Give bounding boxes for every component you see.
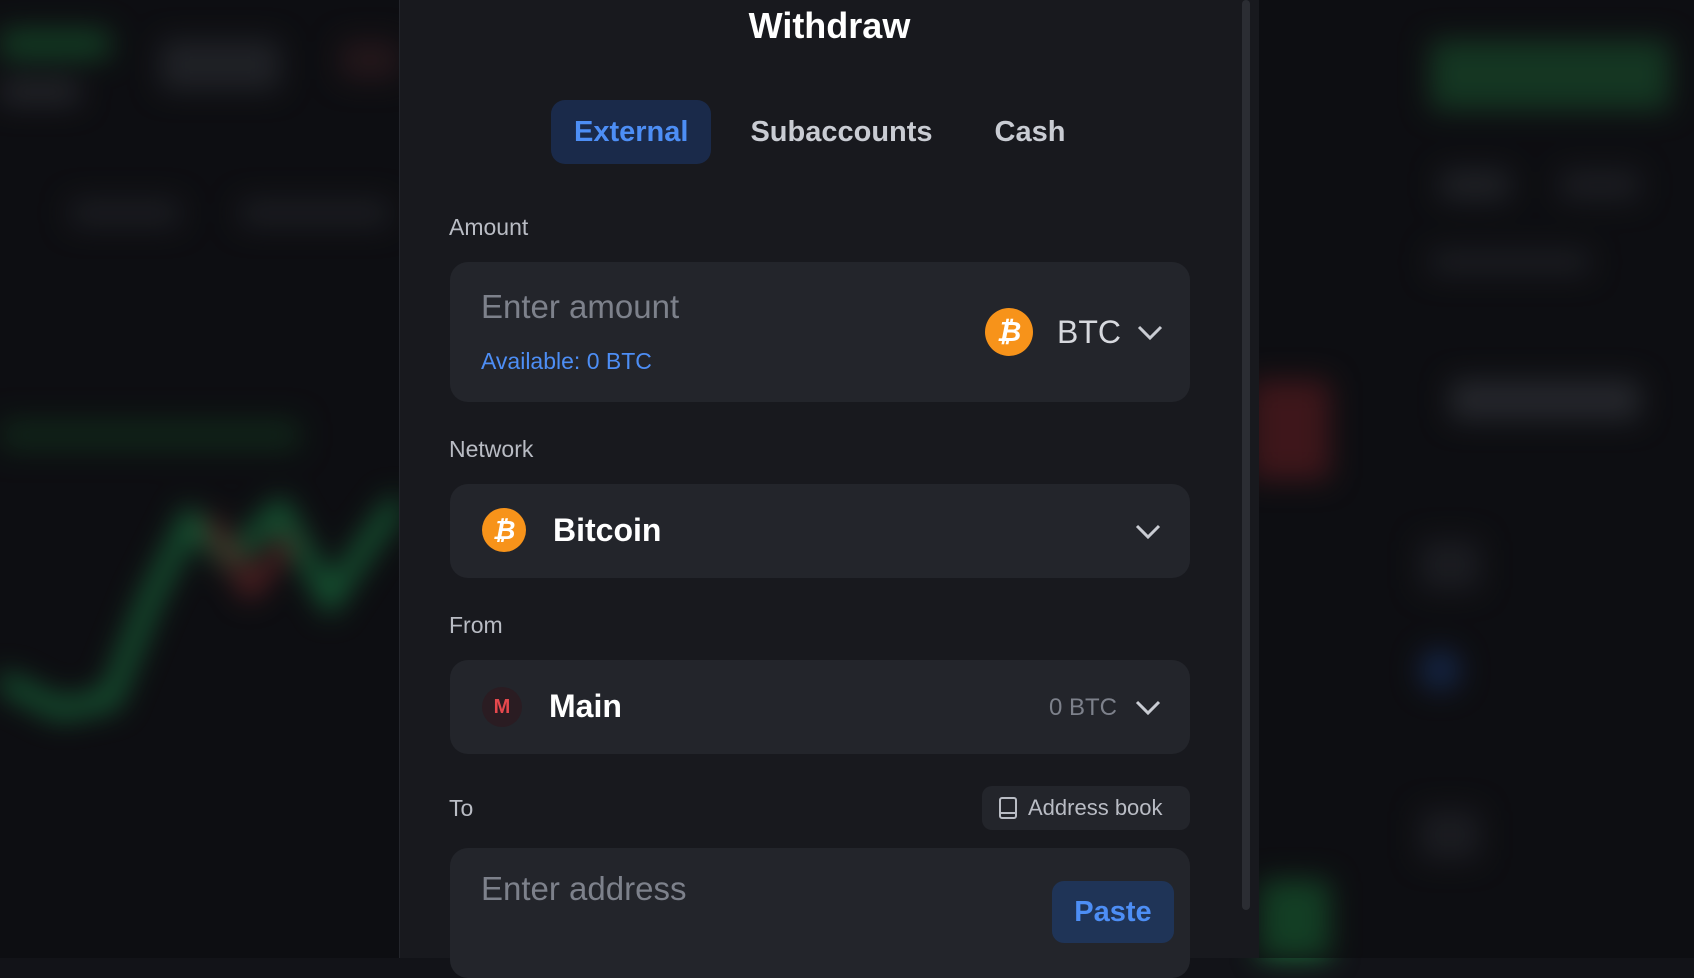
chevron-down-icon xyxy=(1135,700,1161,716)
modal-scrollbar[interactable] xyxy=(1242,0,1250,910)
from-label: From xyxy=(449,612,503,638)
currency-selector[interactable]: ₿ BTC xyxy=(985,308,1165,356)
withdraw-tabs: External Subaccounts Cash xyxy=(551,100,1088,164)
address-input[interactable]: Enter address xyxy=(481,870,686,908)
amount-label: Amount xyxy=(449,214,529,240)
available-balance: Available: 0 BTC xyxy=(481,348,652,374)
chevron-down-icon xyxy=(1137,325,1163,341)
amount-field: Enter amount Available: 0 BTC ₿ BTC xyxy=(450,262,1190,402)
paste-button[interactable]: Paste xyxy=(1052,881,1174,943)
chevron-down-icon xyxy=(1135,524,1161,540)
tab-cash[interactable]: Cash xyxy=(972,100,1089,164)
account-balance: 0 BTC xyxy=(1049,694,1118,721)
account-avatar: M xyxy=(482,687,522,727)
from-account-selector[interactable]: M Main 0 BTC xyxy=(450,660,1190,754)
tab-subaccounts[interactable]: Subaccounts xyxy=(727,100,955,164)
withdraw-modal: Withdraw External Subaccounts Cash Amoun… xyxy=(399,0,1259,978)
bitcoin-icon: ₿ xyxy=(985,308,1033,356)
currency-code: BTC xyxy=(1057,313,1121,350)
network-value: Bitcoin xyxy=(553,512,662,548)
modal-title: Withdraw xyxy=(748,5,911,46)
network-selector[interactable]: ₿ Bitcoin xyxy=(450,484,1190,578)
network-label: Network xyxy=(449,436,534,462)
to-label: To xyxy=(449,795,474,821)
tab-external[interactable]: External xyxy=(551,100,712,164)
address-book-label: Address book xyxy=(1028,795,1163,820)
book-icon xyxy=(999,797,1017,819)
address-book-button[interactable]: Address book xyxy=(982,786,1190,830)
account-name: Main xyxy=(549,688,622,724)
bitcoin-icon: ₿ xyxy=(482,508,526,552)
amount-input[interactable]: Enter amount xyxy=(481,288,679,326)
